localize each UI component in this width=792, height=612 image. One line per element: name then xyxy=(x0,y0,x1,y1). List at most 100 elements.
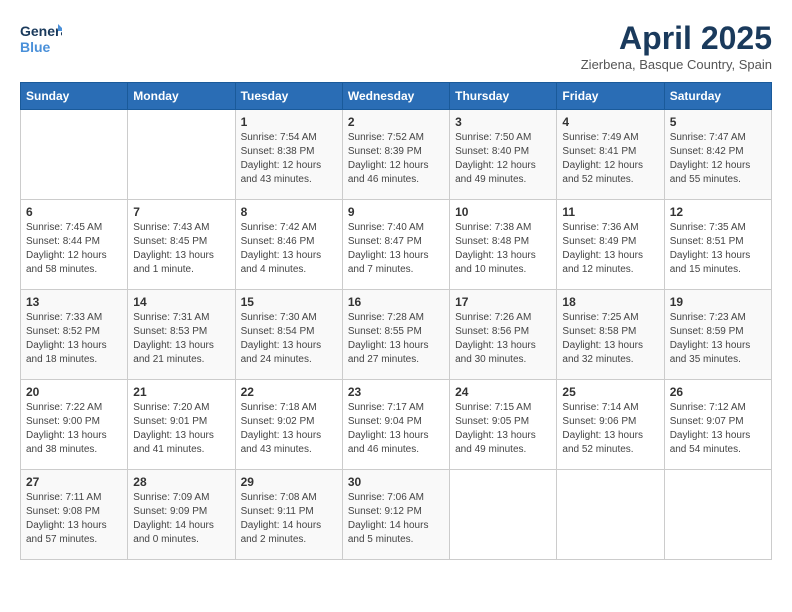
day-info: Sunrise: 7:50 AM Sunset: 8:40 PM Dayligh… xyxy=(455,131,551,187)
day-info: Sunrise: 7:47 AM Sunset: 8:42 PM Dayligh… xyxy=(670,131,766,187)
day-number: 9 xyxy=(348,205,444,219)
location-subtitle: Zierbena, Basque Country, Spain xyxy=(581,57,772,72)
calendar-cell: 11 Sunrise: 7:36 AM Sunset: 8:49 PM Dayli… xyxy=(557,200,664,290)
day-number: 1 xyxy=(241,115,337,129)
day-info: Sunrise: 7:43 AM Sunset: 8:45 PM Dayligh… xyxy=(133,221,229,277)
calendar-table: SundayMondayTuesdayWednesdayThursdayFrid… xyxy=(20,82,772,560)
calendar-cell: 1 Sunrise: 7:54 AM Sunset: 8:38 PM Daylig… xyxy=(235,110,342,200)
header-wednesday: Wednesday xyxy=(342,83,449,110)
calendar-cell: 12 Sunrise: 7:35 AM Sunset: 8:51 PM Dayli… xyxy=(664,200,771,290)
calendar-cell: 28 Sunrise: 7:09 AM Sunset: 9:09 PM Dayli… xyxy=(128,470,235,560)
day-number: 13 xyxy=(26,295,122,309)
logo-svg: General Blue xyxy=(20,20,62,58)
day-number: 19 xyxy=(670,295,766,309)
day-number: 6 xyxy=(26,205,122,219)
day-number: 23 xyxy=(348,385,444,399)
calendar-cell: 30 Sunrise: 7:06 AM Sunset: 9:12 PM Dayli… xyxy=(342,470,449,560)
calendar-cell: 2 Sunrise: 7:52 AM Sunset: 8:39 PM Daylig… xyxy=(342,110,449,200)
title-block: April 2025 Zierbena, Basque Country, Spa… xyxy=(581,20,772,72)
calendar-cell: 22 Sunrise: 7:18 AM Sunset: 9:02 PM Dayli… xyxy=(235,380,342,470)
day-info: Sunrise: 7:23 AM Sunset: 8:59 PM Dayligh… xyxy=(670,311,766,367)
day-info: Sunrise: 7:38 AM Sunset: 8:48 PM Dayligh… xyxy=(455,221,551,277)
day-info: Sunrise: 7:40 AM Sunset: 8:47 PM Dayligh… xyxy=(348,221,444,277)
day-info: Sunrise: 7:49 AM Sunset: 8:41 PM Dayligh… xyxy=(562,131,658,187)
calendar-cell: 7 Sunrise: 7:43 AM Sunset: 8:45 PM Daylig… xyxy=(128,200,235,290)
calendar-cell: 24Sunrise: 7:15 AM Sunset: 9:05 PM Dayli… xyxy=(450,380,557,470)
day-number: 3 xyxy=(455,115,551,129)
day-info: Sunrise: 7:11 AM Sunset: 9:08 PM Dayligh… xyxy=(26,491,122,547)
day-number: 21 xyxy=(133,385,229,399)
calendar-cell: 26 Sunrise: 7:12 AM Sunset: 9:07 PM Dayli… xyxy=(664,380,771,470)
day-info: Sunrise: 7:35 AM Sunset: 8:51 PM Dayligh… xyxy=(670,221,766,277)
day-info: Sunrise: 7:36 AM Sunset: 8:49 PM Dayligh… xyxy=(562,221,658,277)
calendar-cell: 10Sunrise: 7:38 AM Sunset: 8:48 PM Dayli… xyxy=(450,200,557,290)
calendar-cell: 23 Sunrise: 7:17 AM Sunset: 9:04 PM Dayli… xyxy=(342,380,449,470)
day-number: 12 xyxy=(670,205,766,219)
day-info: Sunrise: 7:15 AM Sunset: 9:05 PM Dayligh… xyxy=(455,401,551,457)
day-number: 18 xyxy=(562,295,658,309)
calendar-cell: 21 Sunrise: 7:20 AM Sunset: 9:01 PM Dayli… xyxy=(128,380,235,470)
calendar-cell: 9 Sunrise: 7:40 AM Sunset: 8:47 PM Daylig… xyxy=(342,200,449,290)
calendar-cell: 18 Sunrise: 7:25 AM Sunset: 8:58 PM Dayli… xyxy=(557,290,664,380)
day-number: 15 xyxy=(241,295,337,309)
day-info: Sunrise: 7:28 AM Sunset: 8:55 PM Dayligh… xyxy=(348,311,444,367)
day-number: 11 xyxy=(562,205,658,219)
day-number: 5 xyxy=(670,115,766,129)
header-saturday: Saturday xyxy=(664,83,771,110)
day-number: 27 xyxy=(26,475,122,489)
day-number: 8 xyxy=(241,205,337,219)
day-info: Sunrise: 7:52 AM Sunset: 8:39 PM Dayligh… xyxy=(348,131,444,187)
day-info: Sunrise: 7:06 AM Sunset: 9:12 PM Dayligh… xyxy=(348,491,444,547)
day-number: 17 xyxy=(455,295,551,309)
calendar-cell: 4 Sunrise: 7:49 AM Sunset: 8:41 PM Daylig… xyxy=(557,110,664,200)
header-sunday: Sunday xyxy=(21,83,128,110)
calendar-cell: 5 Sunrise: 7:47 AM Sunset: 8:42 PM Daylig… xyxy=(664,110,771,200)
month-title: April 2025 xyxy=(581,20,772,57)
day-number: 28 xyxy=(133,475,229,489)
day-number: 25 xyxy=(562,385,658,399)
day-number: 16 xyxy=(348,295,444,309)
calendar-cell: 17 Sunrise: 7:26 AM Sunset: 8:56 PM Dayli… xyxy=(450,290,557,380)
day-info: Sunrise: 7:45 AM Sunset: 8:44 PM Dayligh… xyxy=(26,221,122,277)
calendar-cell: 20Sunrise: 7:22 AM Sunset: 9:00 PM Dayli… xyxy=(21,380,128,470)
calendar-cell: 25 Sunrise: 7:14 AM Sunset: 9:06 PM Dayli… xyxy=(557,380,664,470)
calendar-cell: 19 Sunrise: 7:23 AM Sunset: 8:59 PM Dayli… xyxy=(664,290,771,380)
day-number: 14 xyxy=(133,295,229,309)
day-info: Sunrise: 7:12 AM Sunset: 9:07 PM Dayligh… xyxy=(670,401,766,457)
day-info: Sunrise: 7:14 AM Sunset: 9:06 PM Dayligh… xyxy=(562,401,658,457)
day-info: Sunrise: 7:33 AM Sunset: 8:52 PM Dayligh… xyxy=(26,311,122,367)
page-header: General Blue April 2025 Zierbena, Basque… xyxy=(20,20,772,72)
day-number: 2 xyxy=(348,115,444,129)
day-number: 22 xyxy=(241,385,337,399)
day-info: Sunrise: 7:25 AM Sunset: 8:58 PM Dayligh… xyxy=(562,311,658,367)
calendar-cell: 8 Sunrise: 7:42 AM Sunset: 8:46 PM Daylig… xyxy=(235,200,342,290)
header-monday: Monday xyxy=(128,83,235,110)
calendar-cell: 14 Sunrise: 7:31 AM Sunset: 8:53 PM Dayli… xyxy=(128,290,235,380)
calendar-cell: 6 Sunrise: 7:45 AM Sunset: 8:44 PM Daylig… xyxy=(21,200,128,290)
day-number: 4 xyxy=(562,115,658,129)
logo: General Blue xyxy=(20,20,62,58)
day-info: Sunrise: 7:30 AM Sunset: 8:54 PM Dayligh… xyxy=(241,311,337,367)
day-info: Sunrise: 7:42 AM Sunset: 8:46 PM Dayligh… xyxy=(241,221,337,277)
calendar-cell: 27 Sunrise: 7:11 AM Sunset: 9:08 PM Dayli… xyxy=(21,470,128,560)
day-number: 7 xyxy=(133,205,229,219)
calendar-cell xyxy=(450,470,557,560)
calendar-cell: 29Sunrise: 7:08 AM Sunset: 9:11 PM Dayli… xyxy=(235,470,342,560)
calendar-cell xyxy=(557,470,664,560)
day-number: 26 xyxy=(670,385,766,399)
day-info: Sunrise: 7:09 AM Sunset: 9:09 PM Dayligh… xyxy=(133,491,229,547)
svg-text:General: General xyxy=(20,23,62,39)
header-friday: Friday xyxy=(557,83,664,110)
day-number: 30 xyxy=(348,475,444,489)
day-info: Sunrise: 7:18 AM Sunset: 9:02 PM Dayligh… xyxy=(241,401,337,457)
calendar-cell xyxy=(128,110,235,200)
calendar-cell: 3 Sunrise: 7:50 AM Sunset: 8:40 PM Daylig… xyxy=(450,110,557,200)
calendar-cell xyxy=(664,470,771,560)
calendar-cell: 15 Sunrise: 7:30 AM Sunset: 8:54 PM Dayli… xyxy=(235,290,342,380)
header-thursday: Thursday xyxy=(450,83,557,110)
day-info: Sunrise: 7:20 AM Sunset: 9:01 PM Dayligh… xyxy=(133,401,229,457)
day-info: Sunrise: 7:54 AM Sunset: 8:38 PM Dayligh… xyxy=(241,131,337,187)
day-info: Sunrise: 7:17 AM Sunset: 9:04 PM Dayligh… xyxy=(348,401,444,457)
day-info: Sunrise: 7:31 AM Sunset: 8:53 PM Dayligh… xyxy=(133,311,229,367)
day-info: Sunrise: 7:26 AM Sunset: 8:56 PM Dayligh… xyxy=(455,311,551,367)
